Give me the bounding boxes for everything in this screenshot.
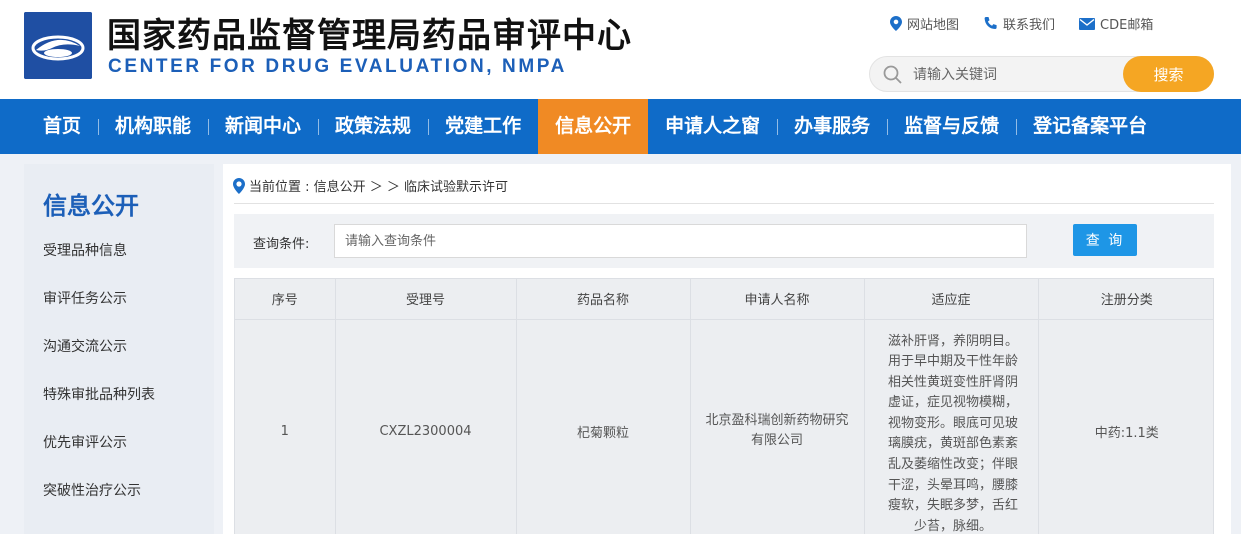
nav-item-info-disclosure[interactable]: 信息公开 (538, 99, 649, 154)
column-header-index: 序号 (235, 279, 336, 320)
query-button[interactable]: 查 询 (1073, 224, 1137, 256)
main-nav: 首页 机构职能 新闻中心 政策法规 党建工作 信息公开 申请人之窗 办事服务 监… (0, 99, 1241, 154)
nav-item-applicant[interactable]: 申请人之窗 (648, 99, 777, 154)
top-links: 网站地图 联系我们 CDE邮箱 (890, 14, 1177, 33)
phone-icon (984, 17, 997, 29)
cde-mail-link-label: CDE邮箱 (1100, 18, 1154, 33)
column-header-indication: 适应症 (864, 279, 1039, 320)
nav-item-functions[interactable]: 机构职能 (98, 99, 208, 154)
main-content: 当前位置 : 信息公开 ＞ ＞ 临床试验默示许可 查询条件: 查 询 序号 受理… (223, 164, 1231, 534)
site-header: 国家药品监督管理局药品审评中心 CENTER FOR DRUG EVALUATI… (0, 0, 1241, 99)
nav-item-party[interactable]: 党建工作 (428, 99, 538, 154)
sidebar-list: 受理品种信息 审评任务公示 沟通交流公示 特殊审批品种列表 优先审评公示 突破性… (43, 236, 155, 524)
contact-link-label: 联系我们 (1003, 18, 1056, 33)
indication-line: 虚证，症见视物模糊， (887, 395, 1018, 411)
sitemap-link[interactable]: 网站地图 (890, 14, 959, 33)
sidebar-title: 信息公开 (43, 192, 139, 220)
location-pin-icon (890, 16, 902, 31)
indication-line: 少苔，脉细。 (913, 518, 992, 534)
nav-item-feedback[interactable]: 监督与反馈 (887, 99, 1016, 154)
cell-indication: 滋补肝肾，养阴明目。 用于早中期及干性年龄 相关性黄斑变性肝肾阴 虚证，症见视物… (864, 319, 1039, 534)
search-icon (883, 65, 902, 84)
indication-line: 璃膜疣，黄斑部色素紊 (887, 436, 1018, 452)
breadcrumb-text: 当前位置 : 信息公开 ＞ ＞ 临床试验默示许可 (249, 180, 509, 195)
column-header-category: 注册分类 (1038, 279, 1213, 320)
indication-line: 视物变形。眼底可见玻 (887, 415, 1018, 431)
breadcrumb: 当前位置 : 信息公开 ＞ ＞ 临床试验默示许可 (233, 176, 508, 195)
breadcrumb-divider (234, 203, 1214, 204)
cell-drug-name: 杞菊颗粒 (516, 319, 691, 534)
nav-item-services[interactable]: 办事服务 (777, 99, 887, 154)
site-search: 搜索 (869, 56, 1214, 92)
search-button[interactable]: 搜索 (1123, 56, 1214, 92)
site-title: 国家药品监督管理局药品审评中心 (107, 16, 632, 56)
indication-line: 干涩，头晕耳鸣，腰膝 (887, 477, 1018, 493)
location-pin-icon (233, 177, 245, 194)
indication-line: 瘦软，失眠多梦，舌红 (887, 498, 1018, 514)
mail-icon (1079, 17, 1096, 30)
sidebar-item-review-tasks[interactable]: 审评任务公示 (43, 284, 155, 332)
sidebar-item-breakthrough[interactable]: 突破性治疗公示 (43, 476, 155, 524)
query-input[interactable] (334, 224, 1027, 258)
column-header-applicant: 申请人名称 (690, 279, 865, 320)
nav-item-news[interactable]: 新闻中心 (208, 99, 318, 154)
sidebar-item-priority-review[interactable]: 优先审评公示 (43, 428, 155, 476)
sitemap-link-label: 网站地图 (907, 18, 960, 33)
indication-line: 相关性黄斑变性肝肾阴 (887, 374, 1018, 390)
sidebar: 信息公开 受理品种信息 审评任务公示 沟通交流公示 特殊审批品种列表 优先审评公… (24, 164, 214, 534)
sidebar-item-communication[interactable]: 沟通交流公示 (43, 332, 155, 380)
contact-link[interactable]: 联系我们 (983, 14, 1055, 33)
cde-logo[interactable] (24, 12, 92, 79)
cde-mail-link[interactable]: CDE邮箱 (1079, 14, 1153, 33)
site-subtitle: CENTER FOR DRUG EVALUATION, NMPA (108, 56, 567, 77)
column-header-acceptance-no: 受理号 (335, 279, 517, 320)
cell-category: 中药:1.1类 (1038, 319, 1213, 534)
nav-item-home[interactable]: 首页 (26, 99, 98, 154)
cell-applicant: 北京盈科瑞创新药物研究有限公司 (690, 319, 865, 534)
search-input[interactable] (913, 63, 1113, 87)
indication-line: 滋补肝肾，养阴明目。 (887, 333, 1018, 349)
results-table: 序号 受理号 药品名称 申请人名称 适应症 注册分类 1 CXZL2300004… (234, 278, 1214, 534)
sidebar-item-accepted-varieties[interactable]: 受理品种信息 (43, 236, 155, 284)
nav-item-policies[interactable]: 政策法规 (318, 99, 428, 154)
applicant-text: 北京盈科瑞创新药物研究有限公司 (705, 413, 849, 449)
nav-item-registration[interactable]: 登记备案平台 (1016, 99, 1164, 154)
indication-line: 用于早中期及干性年龄 (887, 354, 1018, 370)
indication-line: 乱及萎缩性改变；伴眼 (887, 457, 1018, 473)
cell-index: 1 (235, 319, 336, 534)
cell-acceptance-no: CXZL2300004 (335, 319, 517, 534)
query-label: 查询条件: (253, 237, 310, 252)
query-panel: 查询条件: 查 询 (234, 214, 1214, 268)
table-header-row: 序号 受理号 药品名称 申请人名称 适应症 注册分类 (235, 279, 1213, 320)
table-row[interactable]: 1 CXZL2300004 杞菊颗粒 北京盈科瑞创新药物研究有限公司 滋补肝肾，… (235, 319, 1213, 534)
column-header-drug-name: 药品名称 (516, 279, 691, 320)
sidebar-item-special-approval[interactable]: 特殊审批品种列表 (43, 380, 155, 428)
